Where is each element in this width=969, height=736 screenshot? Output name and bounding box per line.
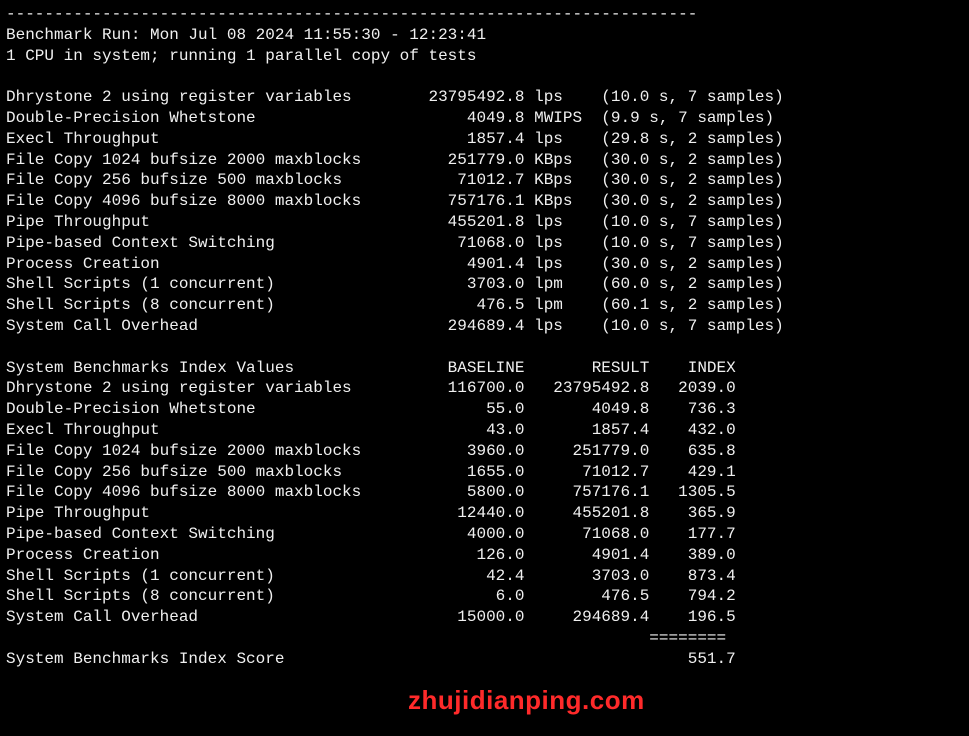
watermark-text: zhujidianping.com [408, 684, 645, 718]
terminal-output: ----------------------------------------… [0, 0, 969, 674]
